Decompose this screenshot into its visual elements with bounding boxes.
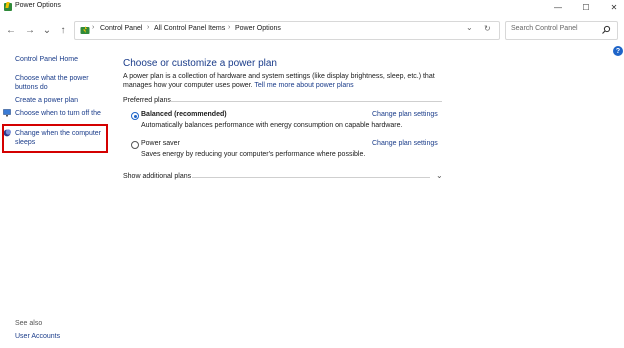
back-button[interactable]: ← <box>3 22 19 38</box>
chevron-down-icon[interactable]: ⌄ <box>436 171 443 180</box>
breadcrumb-separator: › <box>92 24 95 31</box>
breadcrumb-all-items[interactable]: All Control Panel Items <box>154 25 225 32</box>
control-panel-home-link[interactable]: Control Panel Home <box>15 55 78 64</box>
balanced-plan-description: Automatically balances performance with … <box>141 122 403 129</box>
balanced-plan-radio[interactable] <box>131 112 139 120</box>
refresh-button[interactable]: ↻ <box>484 24 491 33</box>
power-saver-plan-radio[interactable] <box>131 141 139 149</box>
maximize-button[interactable]: ☐ <box>572 0 600 14</box>
power-saver-change-settings-link[interactable]: Change plan settings <box>372 140 438 147</box>
power-plans-help-link[interactable]: Tell me more about power plans <box>254 82 353 89</box>
power-options-icon <box>4 3 12 11</box>
address-bar[interactable]: › Control Panel › All Control Panel Item… <box>74 21 500 40</box>
breadcrumb-control-panel[interactable]: Control Panel <box>100 25 142 32</box>
search-placeholder: Search Control Panel <box>511 25 578 32</box>
sidebar-item-power-buttons[interactable]: Choose what the power buttons do <box>15 74 110 92</box>
recent-locations-button[interactable]: ⌄ <box>39 22 55 38</box>
navigation-bar: ← → ⌄ ↑ › Control Panel › All Control Pa… <box>0 18 624 42</box>
title-bar: Power Options — ☐ ✕ <box>0 0 624 14</box>
up-button[interactable]: ↑ <box>55 22 71 38</box>
sidebar-item-turn-off-display[interactable]: Choose when to turn off the display <box>15 109 107 118</box>
show-additional-plans-toggle[interactable]: Show additional plans <box>123 173 191 180</box>
breadcrumb-separator: › <box>228 24 231 31</box>
description-text-2: how your computer uses power. <box>153 82 253 89</box>
see-also-heading: See also <box>15 320 43 327</box>
breadcrumb-power-options[interactable]: Power Options <box>235 25 281 32</box>
breadcrumb-separator: › <box>147 24 150 31</box>
section-divider <box>170 101 442 102</box>
preferred-plans-label: Preferred plans <box>123 97 171 104</box>
balanced-plan-name[interactable]: Balanced (recommended) <box>141 111 227 118</box>
control-panel-icon <box>80 26 90 34</box>
sidebar-item-create-plan[interactable]: Create a power plan <box>15 96 78 105</box>
balanced-change-settings-link[interactable]: Change plan settings <box>372 111 438 118</box>
user-accounts-link[interactable]: User Accounts <box>15 332 60 341</box>
power-saver-plan-name[interactable]: Power saver <box>141 140 180 147</box>
address-dropdown-icon[interactable]: ⌄ <box>466 23 473 32</box>
highlight-box <box>2 124 108 153</box>
display-icon <box>3 109 11 117</box>
forward-button[interactable]: → <box>22 22 38 38</box>
page-title: Choose or customize a power plan <box>123 58 277 69</box>
power-saver-plan-description: Saves energy by reducing your computer's… <box>141 151 366 158</box>
search-input[interactable]: Search Control Panel <box>505 21 618 40</box>
additional-plans-divider <box>192 177 430 178</box>
close-button[interactable]: ✕ <box>600 0 624 14</box>
search-icon[interactable] <box>601 25 611 35</box>
page-description: A power plan is a collection of hardware… <box>123 72 463 90</box>
window-title: Power Options <box>15 2 61 9</box>
minimize-button[interactable]: — <box>544 0 572 14</box>
help-icon[interactable]: ? <box>613 46 623 56</box>
